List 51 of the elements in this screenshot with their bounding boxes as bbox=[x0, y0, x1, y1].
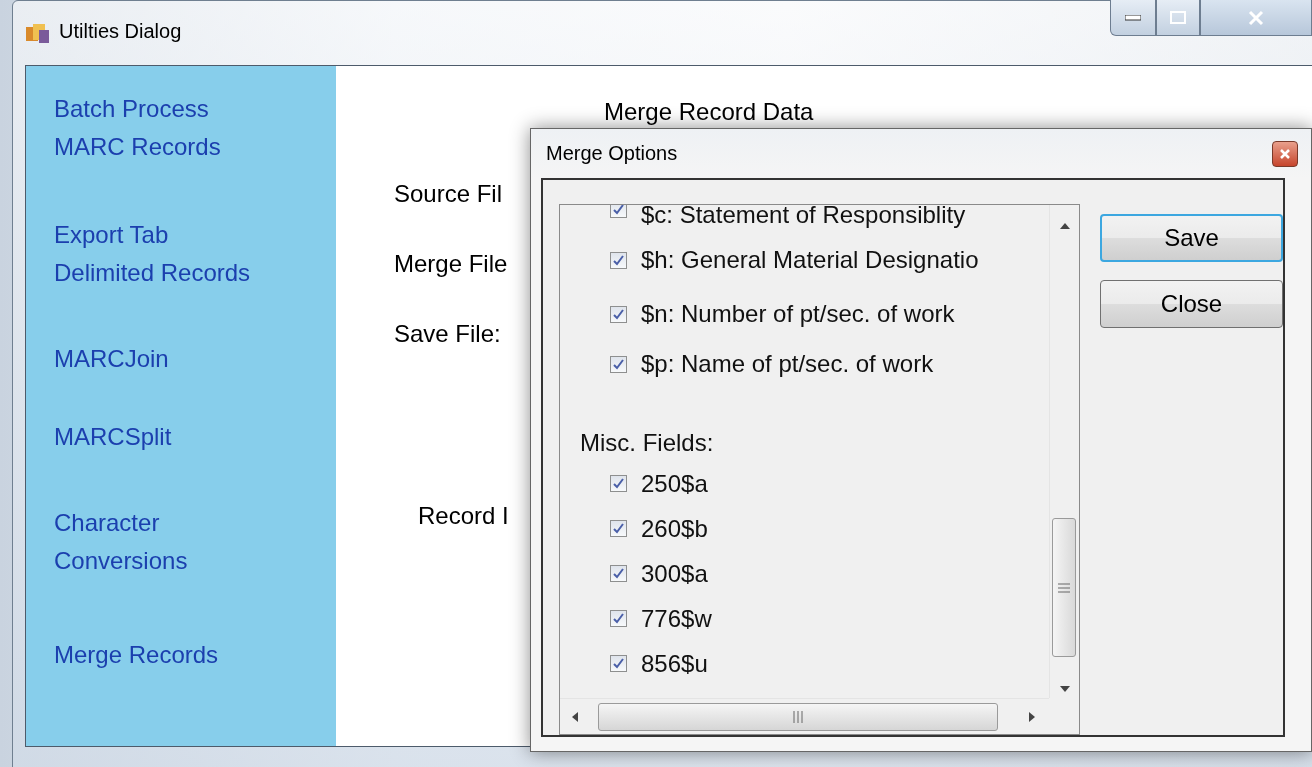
sidebar-link[interactable]: MARCSplit bbox=[54, 418, 172, 456]
right-arrow-icon[interactable] bbox=[1029, 712, 1035, 722]
minimize-button[interactable] bbox=[1110, 0, 1156, 36]
sidebar-link[interactable]: MARCJoin bbox=[54, 340, 169, 378]
checkbox[interactable] bbox=[610, 655, 627, 672]
close-icon bbox=[1247, 9, 1265, 26]
field-label: Merge File bbox=[394, 250, 508, 278]
sidebar-link[interactable]: Character Conversions bbox=[54, 504, 188, 580]
maximize-icon bbox=[1170, 11, 1186, 24]
up-arrow-icon[interactable] bbox=[1060, 223, 1070, 229]
checkbox[interactable] bbox=[610, 205, 627, 218]
dialog-button[interactable]: Close bbox=[1100, 280, 1283, 328]
section-heading: Merge Record Data bbox=[604, 98, 814, 126]
dialog-title: Merge Options bbox=[546, 142, 678, 165]
horizontal-scrollbar[interactable] bbox=[560, 698, 1049, 734]
close-button[interactable] bbox=[1200, 0, 1312, 36]
left-arrow-icon[interactable] bbox=[572, 712, 578, 722]
checkbox[interactable] bbox=[610, 355, 627, 373]
sidebar-link[interactable]: Export Tab Delimited Records bbox=[54, 216, 251, 292]
checkbox[interactable] bbox=[610, 565, 627, 582]
checkbox[interactable] bbox=[610, 520, 627, 537]
window-title: Utilties Dialog bbox=[59, 21, 182, 41]
dialog-button[interactable]: Save bbox=[1100, 214, 1283, 262]
minimize-icon bbox=[1125, 14, 1141, 21]
checkbox[interactable] bbox=[610, 610, 627, 627]
group-heading: Misc. Fields: bbox=[580, 429, 714, 457]
option-label: 260$b bbox=[641, 514, 708, 543]
checkbox[interactable] bbox=[610, 475, 627, 492]
checkbox[interactable] bbox=[610, 305, 627, 323]
option-label: $p: Name of pt/sec. of work bbox=[641, 350, 934, 378]
field-label: Source Fil bbox=[394, 180, 503, 208]
close-button[interactable] bbox=[1272, 141, 1298, 167]
down-arrow-icon[interactable] bbox=[1060, 686, 1070, 692]
app-icon bbox=[25, 21, 51, 45]
option-label: $c: Statement of Responsiblity bbox=[641, 205, 966, 229]
close-icon bbox=[1280, 149, 1290, 159]
option-label: $n: Number of pt/sec. of work bbox=[641, 300, 955, 328]
field-label: Record I bbox=[418, 502, 509, 530]
scroll-thumb[interactable] bbox=[598, 703, 998, 731]
option-label: 300$a bbox=[641, 559, 708, 588]
vertical-scrollbar[interactable] bbox=[1049, 205, 1079, 698]
maximize-button[interactable] bbox=[1156, 0, 1200, 36]
sidebar-link[interactable]: Merge Records bbox=[54, 636, 219, 674]
checkbox[interactable] bbox=[610, 251, 627, 269]
scroll-thumb[interactable] bbox=[1052, 518, 1076, 657]
option-label: $h: General Material Designatio bbox=[641, 246, 979, 274]
sidebar-link[interactable]: Batch Process MARC Records bbox=[54, 90, 221, 166]
field-label: Save File: bbox=[394, 320, 501, 348]
option-label: 776$w bbox=[641, 604, 712, 633]
option-label: 856$u bbox=[641, 649, 708, 678]
option-label: 250$a bbox=[641, 469, 708, 498]
